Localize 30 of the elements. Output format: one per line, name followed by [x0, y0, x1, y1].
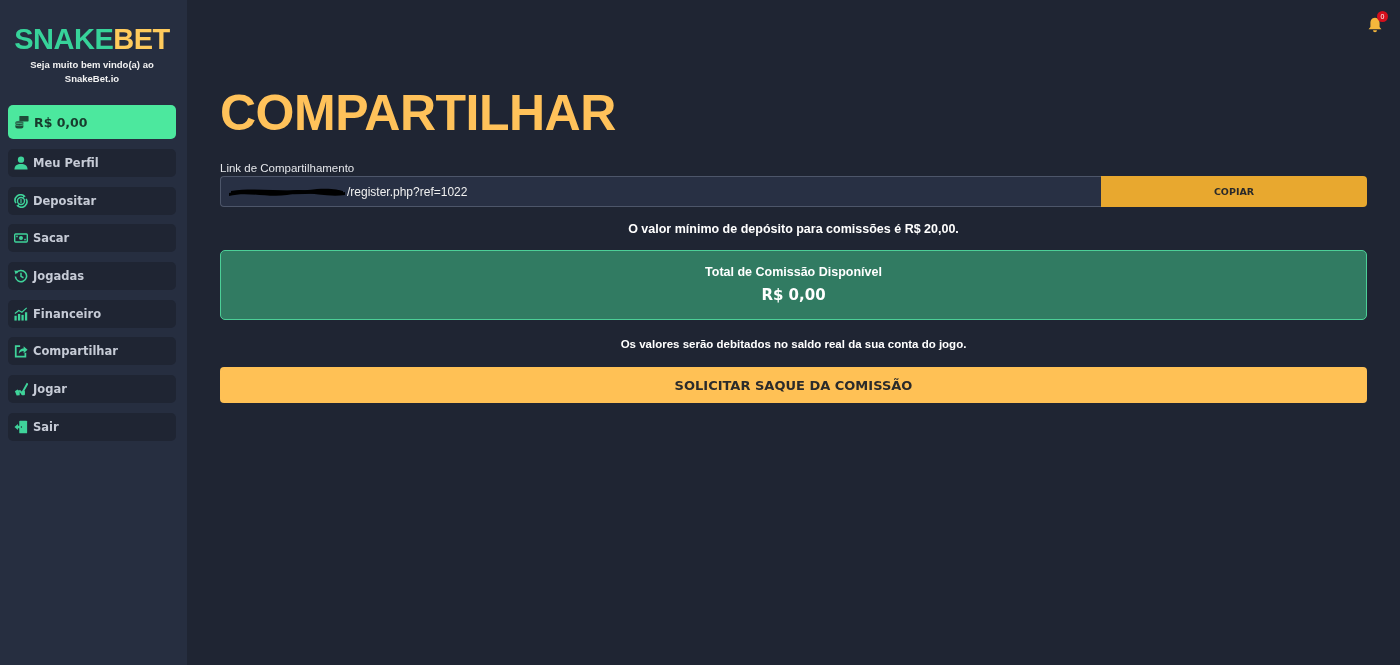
page-title: COMPARTILHAR — [220, 84, 616, 143]
withdraw-button[interactable]: SOLICITAR SAQUE DA COMISSÃO — [220, 367, 1367, 403]
welcome-text: Seja muito bem vindo(a) ao SnakeBet.io — [29, 58, 155, 86]
copy-button[interactable]: COPIAR — [1101, 176, 1367, 207]
nav-link[interactable]: Sair — [8, 412, 176, 441]
nav-link[interactable]: Meu Perfil — [8, 149, 176, 177]
commission-amount: R$ 0,00 — [761, 285, 826, 305]
nav-link[interactable]: Financeiro — [8, 299, 176, 328]
door-exit-icon — [14, 419, 28, 434]
nav-link[interactable]: Compartilhar — [8, 337, 176, 366]
bar-chart-icon — [14, 306, 28, 321]
balance-button[interactable]: R$ 0,00 — [8, 105, 176, 139]
link-field[interactable]: /register.php?ref=1022 — [220, 176, 1101, 207]
nav-link[interactable]: Sacar — [8, 224, 176, 253]
debit-note: Os valores serão debitados no saldo real da sua conta do jogo. — [620, 337, 967, 352]
share-arrow-icon — [14, 344, 28, 359]
check-mark-icon — [14, 382, 28, 397]
banknote-icon — [14, 231, 28, 246]
clock-arrow-icon — [14, 269, 28, 284]
nav-link[interactable]: Jogadas — [8, 262, 176, 291]
person-icon — [14, 156, 28, 170]
field-label: Link de Compartilhamento — [220, 161, 355, 175]
nav-link[interactable]: Depositar — [8, 186, 176, 215]
deposit-note: O valor mínimo de depósito para comissões é R$ 20,00. — [628, 221, 959, 237]
nav-link[interactable]: Jogar — [8, 375, 176, 404]
bell-icon — [1368, 17, 1382, 33]
money-stack-icon — [15, 115, 29, 129]
coin-cycle-icon — [14, 193, 28, 208]
logo-text: SNAKEBET — [14, 24, 170, 54]
commission-label: Total de Comissão Disponível — [705, 264, 882, 280]
